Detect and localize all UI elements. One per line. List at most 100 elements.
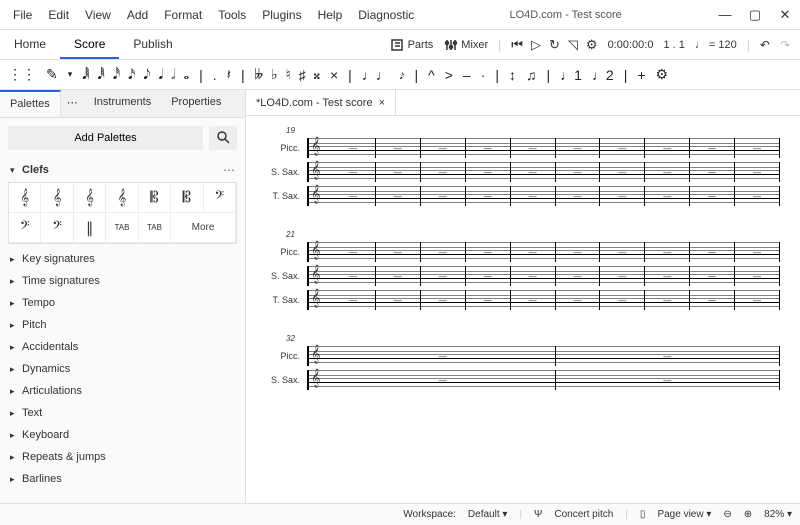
measure[interactable]: —	[645, 242, 690, 262]
measure[interactable]: —	[511, 186, 556, 206]
measure[interactable]: —	[556, 266, 601, 286]
view-mode-select[interactable]: Page view ▾	[657, 509, 711, 520]
tie-button[interactable]: ♩♩	[362, 67, 390, 83]
measure[interactable]: —	[511, 162, 556, 182]
clef-cell-5[interactable]: 𝄡	[171, 183, 203, 213]
measure[interactable]: —	[600, 162, 645, 182]
measure[interactable]: —	[331, 162, 376, 182]
clef-cell-7[interactable]: 𝄢	[9, 213, 41, 243]
menu-file[interactable]: File	[6, 4, 39, 26]
cross-button[interactable]: ×	[330, 67, 338, 83]
measure[interactable]: —	[511, 290, 556, 310]
staff[interactable]: 𝄞——————————	[307, 162, 780, 182]
measure[interactable]: —	[466, 266, 511, 286]
palette-section-time-signatures[interactable]: ▸Time signatures	[8, 270, 237, 292]
tenuto-button[interactable]: –	[463, 67, 471, 83]
measure[interactable]: —	[645, 138, 690, 158]
tab-home[interactable]: Home	[0, 31, 60, 59]
clef-cell-4[interactable]: 𝄡	[139, 183, 171, 213]
clef-cell-1[interactable]: 𝄞	[41, 183, 73, 213]
measure[interactable]: —	[331, 346, 556, 366]
menu-tools[interactable]: Tools	[211, 4, 253, 26]
zoom-out-button[interactable]: ⊖	[723, 509, 731, 520]
tab-publish[interactable]: Publish	[119, 31, 186, 59]
clef-cell-10[interactable]: TAB	[106, 213, 138, 243]
measure[interactable]: —	[735, 186, 780, 206]
accidental-3[interactable]: ♯	[299, 67, 306, 83]
zoom-in-button[interactable]: ⊕	[744, 509, 752, 520]
measure[interactable]: —	[600, 186, 645, 206]
measure[interactable]: —	[690, 242, 735, 262]
measure[interactable]: —	[421, 138, 466, 158]
metronome-button[interactable]: ◹	[568, 37, 578, 53]
tab-score[interactable]: Score	[60, 31, 119, 59]
measure[interactable]: —	[690, 266, 735, 286]
clef-cell-11[interactable]: TAB	[139, 213, 171, 243]
play-button[interactable]: ▷	[531, 37, 541, 53]
staff[interactable]: 𝄞——————————	[307, 290, 780, 310]
measure[interactable]: —	[331, 290, 376, 310]
measure[interactable]: —	[645, 186, 690, 206]
measure[interactable]: —	[600, 242, 645, 262]
tuning-fork-icon[interactable]: Ψ	[534, 509, 542, 520]
measure[interactable]: —	[421, 186, 466, 206]
measure[interactable]: —	[556, 138, 601, 158]
zoom-value[interactable]: 82% ▾	[764, 509, 792, 520]
rest-button[interactable]: 𝄽	[227, 66, 231, 83]
clef-cell-8[interactable]: 𝄢	[41, 213, 73, 243]
measure[interactable]: —	[735, 138, 780, 158]
accidental-4[interactable]: 𝄪	[314, 66, 320, 83]
clef-cell-3[interactable]: 𝄞	[106, 183, 138, 213]
dot-button[interactable]: .	[213, 67, 217, 83]
search-palettes-button[interactable]	[209, 126, 237, 150]
drag-handle-icon[interactable]: ⋮⋮	[8, 66, 36, 83]
menu-edit[interactable]: Edit	[41, 4, 76, 26]
measure[interactable]: —	[735, 266, 780, 286]
duration-6[interactable]: 𝅗𝅥	[171, 66, 175, 83]
marcato-button[interactable]: ^	[428, 67, 435, 83]
close-button[interactable]: ✕	[770, 0, 800, 30]
clefs-more-button[interactable]: More	[171, 213, 236, 243]
measure[interactable]: —	[556, 346, 781, 366]
measure[interactable]: —	[600, 138, 645, 158]
score-view[interactable]: 19Picc.𝄞——————————S. Sax.𝄞——————————T. S…	[246, 116, 800, 503]
palette-section-key-signatures[interactable]: ▸Key signatures	[8, 248, 237, 270]
undo-button[interactable]: ↶	[760, 38, 770, 52]
clef-cell-0[interactable]: 𝄞	[9, 183, 41, 213]
measure[interactable]: —	[645, 290, 690, 310]
accidental-1[interactable]: ♭	[271, 66, 278, 83]
palette-section-barlines[interactable]: ▸Barlines	[8, 468, 237, 490]
clef-cell-9[interactable]: ∥	[74, 213, 106, 243]
rewind-button[interactable]: ⏮	[511, 37, 523, 53]
accent-button[interactable]: >	[445, 67, 453, 83]
measure[interactable]: —	[600, 266, 645, 286]
staff[interactable]: 𝄞——————————	[307, 242, 780, 262]
add-palettes-button[interactable]: Add Palettes	[8, 126, 203, 150]
staff[interactable]: 𝄞——————————	[307, 186, 780, 206]
measure[interactable]: —	[511, 266, 556, 286]
measure[interactable]: —	[511, 242, 556, 262]
panel-tab-palettes[interactable]: Palettes	[0, 90, 61, 117]
concert-pitch-toggle[interactable]: Concert pitch	[554, 509, 613, 520]
tempo-value[interactable]: = 120	[709, 39, 737, 51]
palette-section-dynamics[interactable]: ▸Dynamics	[8, 358, 237, 380]
slur-button[interactable]: 𝆔	[400, 66, 405, 83]
document-tab[interactable]: *LO4D.com - Test score ×	[246, 90, 396, 115]
measure[interactable]: —	[600, 290, 645, 310]
accidental-0[interactable]: 𝄫	[255, 66, 263, 83]
flip-button[interactable]: ↕	[509, 67, 516, 83]
measure[interactable]: —	[376, 138, 421, 158]
measure[interactable]: —	[466, 186, 511, 206]
staff[interactable]: 𝄞——	[307, 370, 780, 390]
measure[interactable]: —	[376, 186, 421, 206]
parts-button[interactable]: Parts	[390, 38, 434, 52]
staff[interactable]: 𝄞——	[307, 346, 780, 366]
measure[interactable]: —	[556, 370, 781, 390]
palette-section-accidentals[interactable]: ▸Accidentals	[8, 336, 237, 358]
measure[interactable]: —	[735, 162, 780, 182]
measure[interactable]: —	[735, 290, 780, 310]
close-tab-icon[interactable]: ×	[379, 97, 385, 109]
beam-button[interactable]: ♫	[526, 67, 537, 83]
duration-5[interactable]: 𝅘𝅥	[159, 66, 163, 83]
note-input-button[interactable]: ✎	[46, 66, 58, 83]
